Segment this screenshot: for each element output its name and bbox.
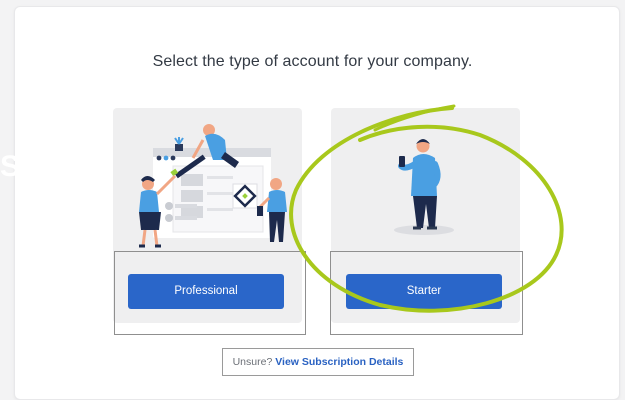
view-subscription-details-link[interactable]: View Subscription Details [275,356,403,368]
page-heading: Select the type of account for your comp… [152,53,473,70]
ghost-text: Sier [0,150,61,183]
unsure-label: Unsure? [232,356,273,368]
person-with-phone-illustration [394,139,454,235]
subscription-details-box: Unsure? View Subscription Details [222,348,414,376]
starter-button[interactable]: Starter [346,274,502,309]
professional-button[interactable]: Professional [128,274,284,309]
team-collaborating-illustration [139,124,287,248]
